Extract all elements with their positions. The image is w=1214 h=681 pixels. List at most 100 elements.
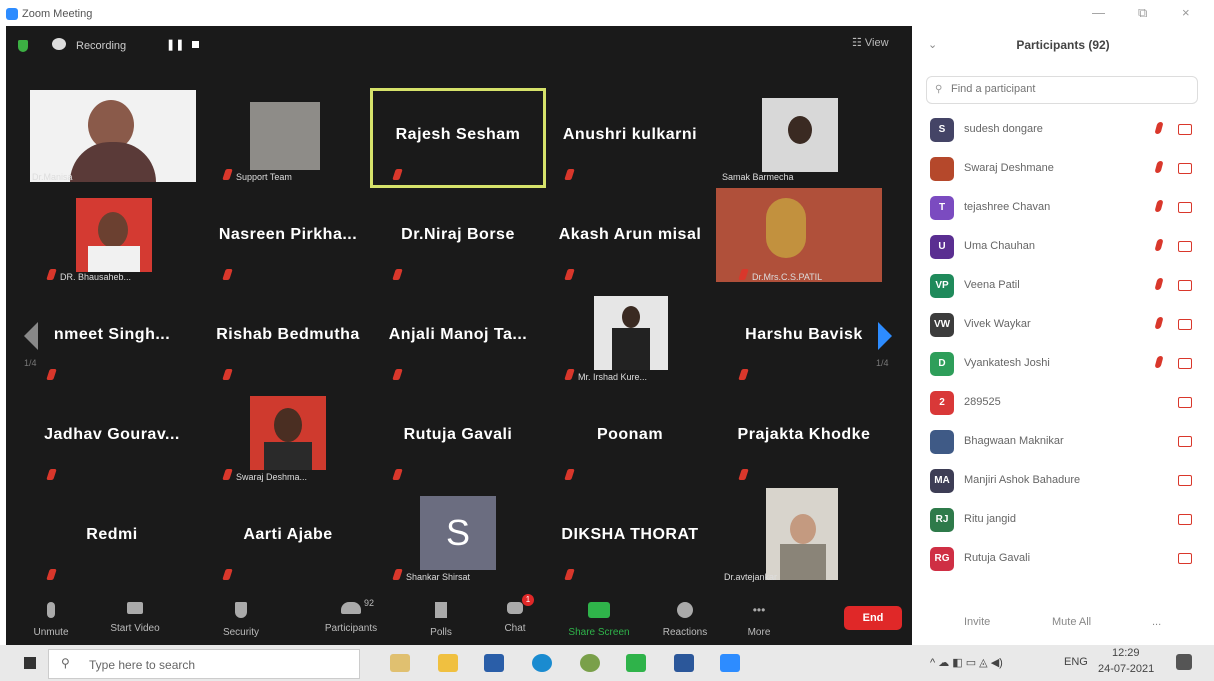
video-tile[interactable]: Dr.avtejankar bbox=[716, 488, 892, 588]
share-screen-button[interactable]: Share Screen bbox=[564, 592, 634, 645]
video-off-icon[interactable] bbox=[1178, 163, 1192, 174]
stop-recording-button[interactable] bbox=[192, 41, 199, 48]
language-indicator[interactable]: ENG bbox=[1064, 656, 1088, 668]
participant-row[interactable]: VP Veena Patil bbox=[912, 266, 1214, 305]
mail-icon[interactable] bbox=[484, 654, 504, 672]
video-tile[interactable]: Anushri kulkarni bbox=[542, 88, 718, 188]
video-tile[interactable]: Dr.Mrs.C.S.PATIL bbox=[716, 188, 892, 288]
participant-row[interactable]: Ttejashree Chavan bbox=[912, 188, 1214, 227]
participant-row[interactable]: D Vyankatesh Joshi bbox=[912, 344, 1214, 383]
pause-recording-button[interactable]: ❚❚ bbox=[166, 38, 184, 51]
invite-button[interactable]: Invite bbox=[964, 616, 990, 628]
task-view-icon[interactable] bbox=[390, 654, 410, 672]
app-icon[interactable] bbox=[580, 654, 600, 672]
clock-date[interactable]: 24-07-2021 bbox=[1098, 663, 1154, 675]
video-tile[interactable]: Jadhav Gourav... bbox=[24, 388, 200, 488]
video-tile[interactable]: Poonam bbox=[542, 388, 718, 488]
muted-mic-icon[interactable] bbox=[1154, 356, 1164, 368]
video-off-icon[interactable] bbox=[1178, 280, 1192, 291]
zoom-taskbar-icon[interactable] bbox=[720, 654, 740, 672]
video-tile[interactable]: Rishab Bedmutha bbox=[200, 288, 376, 388]
video-tile[interactable]: Dr.Manisa bbox=[24, 88, 200, 188]
video-tile[interactable]: S Shankar Shirsat bbox=[370, 488, 546, 588]
muted-mic-icon[interactable] bbox=[1154, 317, 1164, 329]
minimize-button[interactable]: — bbox=[1092, 5, 1105, 20]
video-off-icon[interactable] bbox=[1178, 553, 1192, 564]
video-tile-active-speaker[interactable]: Rajesh Sesham bbox=[370, 88, 546, 188]
mute-all-button[interactable]: Mute All bbox=[1052, 616, 1091, 628]
more-button[interactable]: ••• More bbox=[724, 592, 794, 645]
participant-row[interactable]: MA Manjiri Ashok Bahadure bbox=[912, 461, 1214, 500]
video-tile[interactable]: Swaraj Deshma... bbox=[200, 388, 376, 488]
participant-row[interactable]: Swaraj Deshmane bbox=[912, 149, 1214, 188]
video-tile[interactable]: Harshu Bavisk bbox=[716, 288, 892, 388]
reactions-button[interactable]: Reactions bbox=[650, 592, 720, 645]
panel-more-button[interactable]: ... bbox=[1152, 616, 1161, 628]
video-off-icon[interactable] bbox=[1178, 241, 1192, 252]
word-icon[interactable] bbox=[674, 654, 694, 672]
windows-start-icon[interactable] bbox=[24, 657, 36, 669]
muted-mic-icon[interactable] bbox=[1154, 161, 1164, 173]
clock-time[interactable]: 12:29 bbox=[1112, 647, 1140, 659]
video-tile[interactable]: Mr. Irshad Kure... bbox=[542, 288, 718, 388]
video-tile[interactable]: Dr.Niraj Borse bbox=[370, 188, 546, 288]
muted-mic-icon[interactable] bbox=[1154, 200, 1164, 212]
video-tile[interactable]: nmeet Singh... bbox=[24, 288, 200, 388]
participants-panel: ⌄ Participants (92) ⚲ Ssudesh dongareSwa… bbox=[912, 26, 1214, 645]
video-off-icon[interactable] bbox=[1178, 475, 1192, 486]
meeting-area: Recording ❚❚ ☷ View Dr.Manisa Support Te… bbox=[6, 26, 912, 645]
edge-browser-icon[interactable] bbox=[532, 654, 552, 672]
participants-button[interactable]: 92 Participants bbox=[306, 592, 396, 645]
start-video-button[interactable]: Start Video bbox=[100, 592, 170, 645]
video-tile[interactable]: Support Team bbox=[200, 88, 376, 188]
participant-row[interactable]: RJ Ritu jangid bbox=[912, 500, 1214, 539]
polls-button[interactable]: Polls bbox=[406, 592, 476, 645]
video-off-icon[interactable] bbox=[1178, 397, 1192, 408]
end-meeting-button[interactable]: End bbox=[844, 606, 902, 630]
close-button[interactable]: × bbox=[1182, 5, 1190, 20]
next-page-arrow-icon[interactable] bbox=[878, 322, 892, 350]
unmute-button[interactable]: Unmute bbox=[16, 592, 86, 645]
restore-button[interactable]: ⧉ bbox=[1138, 5, 1147, 21]
video-off-icon[interactable] bbox=[1178, 319, 1192, 330]
notifications-icon[interactable] bbox=[1176, 654, 1192, 670]
video-tile[interactable]: Akash Arun misal bbox=[542, 188, 718, 288]
muted-mic-icon bbox=[392, 369, 403, 380]
video-tile[interactable]: Redmi bbox=[24, 488, 200, 588]
participant-video bbox=[30, 90, 196, 182]
muted-mic-icon[interactable] bbox=[1154, 278, 1164, 290]
video-off-icon[interactable] bbox=[1178, 514, 1192, 525]
video-tile[interactable]: Anjali Manoj Ta... bbox=[370, 288, 546, 388]
participant-row[interactable]: VW Vivek Waykar bbox=[912, 305, 1214, 344]
video-tile[interactable]: Aarti Ajabe bbox=[200, 488, 376, 588]
file-explorer-icon[interactable] bbox=[438, 654, 458, 672]
video-tile[interactable]: DR. Bhausaheb... bbox=[24, 188, 200, 288]
participant-name: Vivek Waykar bbox=[964, 318, 1031, 330]
view-button[interactable]: ☷ View bbox=[852, 36, 889, 49]
security-button[interactable]: Security bbox=[206, 592, 276, 645]
muted-mic-icon[interactable] bbox=[1154, 122, 1164, 134]
video-off-icon[interactable] bbox=[1178, 202, 1192, 213]
video-tile[interactable]: Samak Barmecha bbox=[716, 88, 892, 188]
tray-icons[interactable]: ^ ☁ ◧ ▭ ◬ ◀) bbox=[930, 656, 1003, 669]
participant-row[interactable]: 2 289525 bbox=[912, 383, 1214, 422]
muted-mic-icon[interactable] bbox=[1154, 239, 1164, 251]
participant-row[interactable]: U Uma Chauhan bbox=[912, 227, 1214, 266]
video-tile[interactable]: Nasreen Pirkha... bbox=[200, 188, 376, 288]
shield-icon[interactable] bbox=[18, 40, 28, 52]
video-tile[interactable]: Rutuja Gavali bbox=[370, 388, 546, 488]
video-off-icon[interactable] bbox=[1178, 124, 1192, 135]
video-tile[interactable]: Prajakta Khodke bbox=[716, 388, 892, 488]
participant-row[interactable]: RG Rutuja Gavali bbox=[912, 539, 1214, 578]
video-off-icon[interactable] bbox=[1178, 436, 1192, 447]
participant-row[interactable]: Ssudesh dongare bbox=[912, 110, 1214, 149]
video-tile[interactable]: DIKSHA THORAT bbox=[542, 488, 718, 588]
chat-button[interactable]: 1 Chat bbox=[480, 592, 550, 645]
previous-page-arrow-icon[interactable] bbox=[24, 322, 38, 350]
participant-row[interactable]: Bhagwaan Maknikar bbox=[912, 422, 1214, 461]
participant-search-input[interactable] bbox=[949, 82, 1193, 96]
taskbar-search-box[interactable]: ⚲ Type here to search bbox=[48, 649, 360, 679]
participant-search[interactable]: ⚲ bbox=[926, 76, 1198, 104]
app-icon[interactable] bbox=[626, 654, 646, 672]
video-off-icon[interactable] bbox=[1178, 358, 1192, 369]
